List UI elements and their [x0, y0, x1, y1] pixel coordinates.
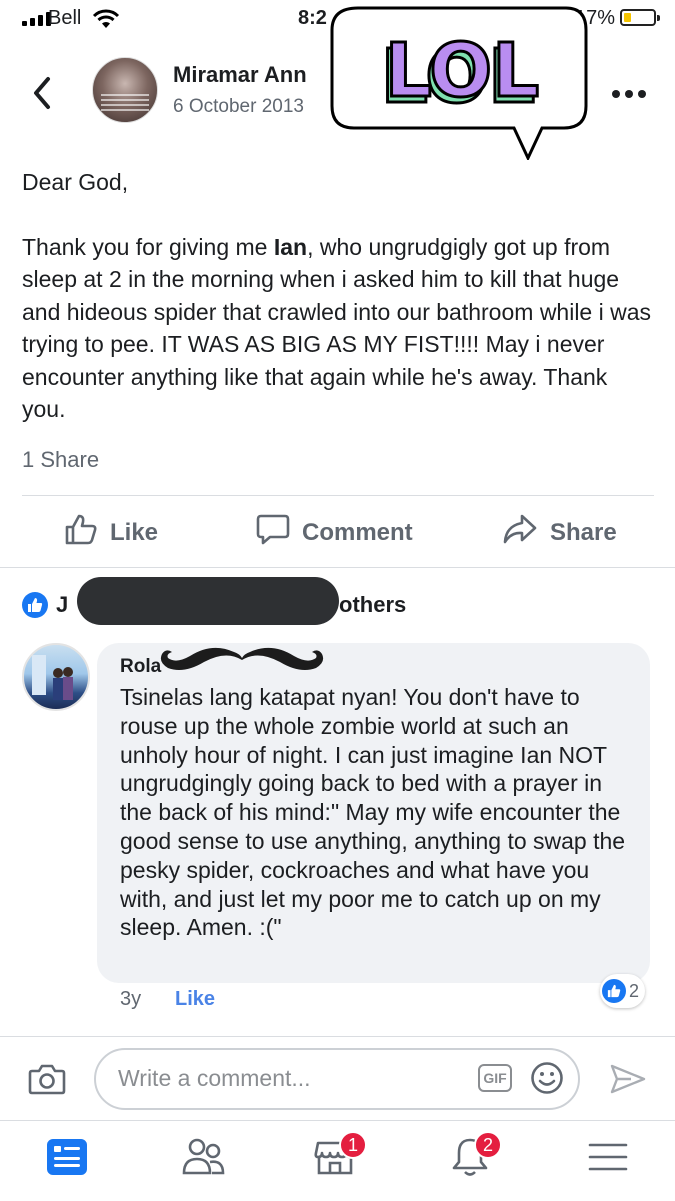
redaction-bar: [77, 577, 339, 625]
comment-input[interactable]: [116, 1064, 460, 1093]
chevron-left-icon[interactable]: [30, 75, 54, 116]
reaction-count: 2: [629, 980, 640, 1001]
news-feed-icon: [45, 1135, 89, 1191]
nav-news-feed[interactable]: [37, 1135, 97, 1191]
lol-text: LOL: [385, 28, 540, 114]
comment-reaction-count[interactable]: 2: [600, 974, 646, 1008]
notifications-badge: 2: [474, 1131, 502, 1159]
carrier-label: Bell: [48, 7, 82, 29]
post-text: Thank you for giving me Ian, who ungrudg…: [22, 233, 652, 423]
comment-label: Comment: [302, 518, 413, 546]
like-reaction-icon: [602, 979, 626, 1003]
share-label: Share: [550, 518, 617, 546]
comment-time: 3y: [120, 988, 142, 1010]
post-greeting: Dear God,: [22, 169, 129, 195]
post-actions: Like Comment Share: [0, 512, 675, 556]
commenter-avatar[interactable]: [22, 643, 90, 711]
comment-like-link[interactable]: Like: [175, 988, 215, 1011]
marketplace-badge: 1: [339, 1131, 367, 1159]
post-date[interactable]: 6 October 2013: [173, 96, 304, 118]
nav-marketplace[interactable]: 1: [305, 1131, 367, 1191]
menu-icon: [586, 1135, 630, 1191]
divider: [0, 567, 675, 568]
more-horizontal-icon[interactable]: [612, 90, 646, 98]
friends-icon: [179, 1135, 227, 1191]
send-icon[interactable]: [609, 1063, 647, 1100]
divider: [0, 1036, 675, 1037]
author-avatar[interactable]: [92, 57, 158, 123]
post-author[interactable]: Miramar Ann: [173, 62, 307, 88]
comment-icon: [256, 512, 290, 553]
nav-menu[interactable]: [578, 1135, 638, 1191]
tagged-name: Ian: [273, 233, 308, 260]
lol-sticker: LOL LOL: [328, 0, 590, 162]
bottom-nav: 1 2: [0, 1120, 675, 1201]
comment-text: Tsinelas lang katapat nyan! You don't ha…: [120, 684, 626, 941]
nav-friends[interactable]: [173, 1135, 233, 1191]
status-time: 8:2: [298, 7, 327, 29]
like-reaction-icon: [22, 592, 48, 618]
thumbs-up-icon: [64, 512, 98, 553]
wifi-icon: [92, 9, 120, 35]
post-body: Dear God, Thank you for giving me Ian, w…: [22, 166, 652, 426]
camera-icon[interactable]: [28, 1062, 66, 1101]
gif-button[interactable]: GIF: [478, 1064, 512, 1092]
signal-icon: [22, 12, 51, 26]
share-arrow-icon: [502, 512, 538, 553]
reaction-names-end[interactable]: others: [339, 592, 406, 618]
reaction-names-start: J: [56, 592, 69, 617]
share-button[interactable]: Share: [502, 512, 617, 553]
share-count[interactable]: 1 Share: [22, 447, 99, 473]
reaction-summary[interactable]: J: [22, 592, 68, 618]
battery-icon: [620, 9, 660, 26]
mustache-sticker: [154, 628, 330, 684]
comment-button[interactable]: Comment: [256, 512, 413, 553]
emoji-icon[interactable]: [530, 1061, 564, 1100]
nav-notifications[interactable]: 2: [440, 1131, 502, 1191]
like-label: Like: [110, 518, 159, 546]
like-button[interactable]: Like: [64, 512, 158, 553]
divider: [22, 495, 654, 496]
